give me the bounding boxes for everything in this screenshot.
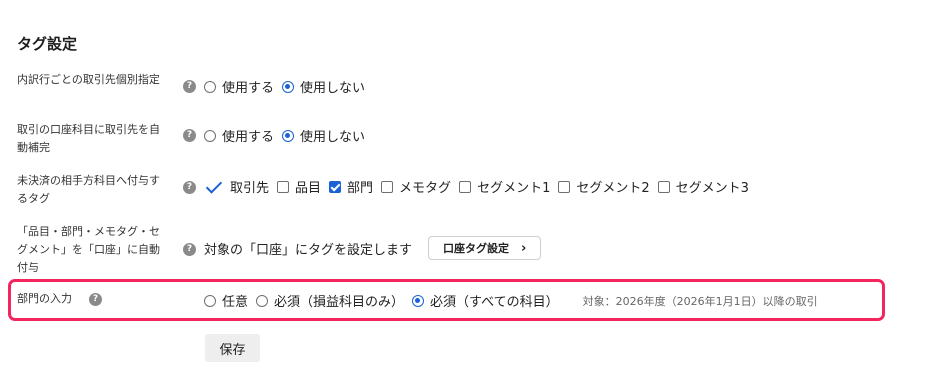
checkbox-label: メモタグ: [399, 181, 452, 196]
row-label-department-input: 部門の入力: [17, 292, 72, 305]
checkbox-box[interactable]: [558, 180, 571, 193]
checkbox-label: セグメント1: [477, 181, 551, 196]
checkbox-memo-tag[interactable]: メモタグ: [381, 177, 451, 196]
radio-no-use[interactable]: 使用しない: [282, 77, 365, 96]
checkbox-segment-1[interactable]: セグメント1: [459, 177, 550, 196]
row-label-auto-complete-partner: 取引の口座科目に取引先を自動補完: [17, 123, 160, 154]
radio-use[interactable]: 使用する: [204, 126, 274, 145]
row-label-auto-assign-account: 「品目・部門・メモタグ・セグメント」を「口座」に自動付与: [17, 225, 160, 274]
radio-no-use[interactable]: 使用しない: [282, 126, 365, 145]
radio-label: 使用しない: [300, 130, 366, 145]
checkbox-box-checked[interactable]: [329, 180, 342, 193]
checkbox-segment-2[interactable]: セグメント2: [558, 177, 650, 196]
radio-optional[interactable]: 任意: [204, 291, 248, 310]
row-label-line-item-partner: 内訳行ごとの取引先個別指定: [17, 73, 160, 86]
effective-period-note: 対象：2026年度（2026年1月1日）以降の取引: [582, 294, 818, 308]
radio-required-all[interactable]: 必須（すべての科目）: [412, 291, 559, 310]
radio-circle[interactable]: [204, 80, 216, 93]
help-icon[interactable]: ?: [183, 129, 196, 142]
checkbox-box[interactable]: [657, 180, 670, 193]
help-icon[interactable]: ?: [89, 293, 102, 306]
help-icon[interactable]: ?: [183, 80, 196, 93]
account-tag-settings-button[interactable]: 口座タグ設定 ›: [428, 236, 542, 260]
account-tag-row: 対象の「口座」にタグを設定します 口座タグ設定 ›: [204, 236, 542, 260]
checkbox-item[interactable]: 品目: [277, 177, 321, 196]
radio-circle[interactable]: [256, 294, 269, 307]
checkbox-segment-3[interactable]: セグメント3: [657, 177, 749, 196]
checkbox-box[interactable]: [381, 180, 394, 193]
checkbox-label: 品目: [295, 181, 322, 196]
radio-group-department-input: 任意 必須（損益科目のみ） 必須（すべての科目） 対象：2026年度（2026年…: [204, 291, 818, 310]
button-label: 口座タグ設定: [443, 242, 510, 255]
radio-label: 任意: [222, 295, 249, 310]
fixed-partner-label: 取引先: [230, 181, 270, 196]
radio-circle-selected[interactable]: [282, 80, 295, 93]
save-button[interactable]: 保存: [205, 334, 260, 362]
checkbox-label: 部門: [347, 181, 374, 196]
checkbox-box[interactable]: [459, 180, 472, 193]
checkbox-group-unsettled-tags: 取引先 品目 部門 メモタグ セグメント1 セグメント2 セグメント3: [204, 177, 757, 196]
radio-circle-selected[interactable]: [282, 129, 295, 142]
radio-group-line-item-partner: 使用する 使用しない: [204, 77, 373, 96]
help-icon[interactable]: ?: [183, 243, 196, 256]
radio-label: 使用する: [222, 81, 275, 96]
radio-circle[interactable]: [204, 129, 216, 142]
checkbox-label: セグメント3: [675, 181, 749, 196]
radio-label: 使用する: [222, 130, 275, 145]
account-tag-description: 対象の「口座」にタグを設定します: [204, 242, 413, 258]
radio-label: 使用しない: [300, 81, 366, 96]
radio-circle[interactable]: [204, 294, 216, 307]
checkbox-department[interactable]: 部門: [329, 177, 373, 196]
radio-label: 必須（すべての科目）: [430, 295, 559, 310]
radio-group-auto-complete-partner: 使用する 使用しない: [204, 126, 373, 145]
radio-required-pl[interactable]: 必須（損益科目のみ）: [256, 291, 404, 310]
radio-label: 必須（損益科目のみ）: [274, 295, 405, 310]
chevron-right-icon: ›: [521, 240, 527, 256]
help-icon[interactable]: ?: [183, 181, 196, 194]
checkbox-label: セグメント2: [576, 181, 650, 196]
page-title: タグ設定: [17, 35, 78, 53]
radio-use[interactable]: 使用する: [204, 77, 274, 96]
row-label-unsettled-tags: 未決済の相手方科目へ付与するタグ: [17, 174, 160, 205]
checkbox-box[interactable]: [277, 180, 290, 193]
radio-circle-selected[interactable]: [412, 294, 425, 307]
check-icon: [205, 177, 223, 194]
